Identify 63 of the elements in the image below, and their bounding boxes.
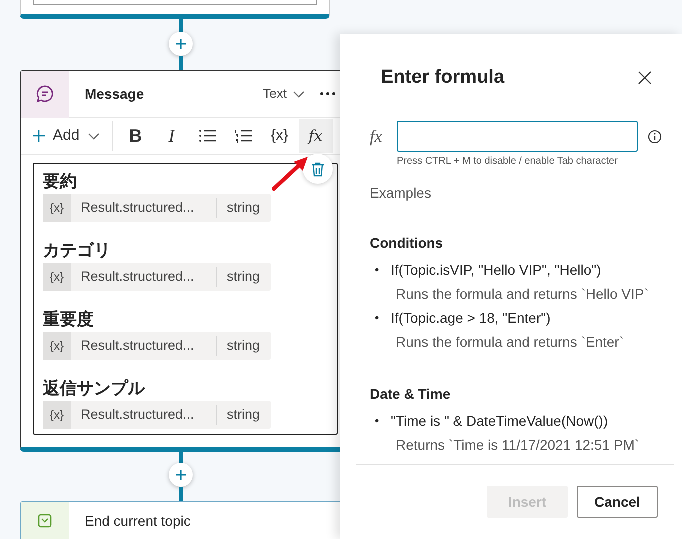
add-button[interactable]: Add [27, 119, 106, 153]
arrow-annotation [272, 155, 310, 191]
variable-chip[interactable]: {x} Result.structured... string [43, 332, 271, 360]
close-icon [638, 71, 652, 85]
variable-type: string [226, 336, 260, 355]
examples-label: Examples [370, 184, 432, 203]
example-description: Runs the formula and returns `Hello VIP` [395, 285, 650, 304]
add-step-button[interactable] [169, 463, 193, 487]
card-title: Message [85, 84, 146, 104]
chevron-down-icon [88, 132, 100, 140]
variable-glyph: {x} [43, 263, 71, 291]
variable-button[interactable]: {x} [262, 119, 297, 153]
example-formula: If(Topic.isVIP, "Hello VIP", "Hello") [391, 261, 602, 280]
example-formula: If(Topic.age > 18, "Enter") [391, 309, 551, 328]
chevron-down-icon [293, 90, 305, 98]
fx-label: fx [370, 126, 384, 148]
formula-button[interactable]: fx [298, 119, 333, 153]
example-formula: "Time is " & DateTimeValue(Now()) [391, 412, 608, 431]
variable-chip[interactable]: {x} Result.structured... string [43, 401, 271, 429]
hint-text: Press CTRL + M to disable / enable Tab character [397, 155, 619, 169]
bullet: • [375, 310, 380, 327]
variable-glyph: {x} [43, 194, 71, 222]
section-heading: Date & Time [370, 385, 452, 404]
message-icon [36, 85, 54, 103]
bullet-list-icon [199, 129, 216, 143]
section-heading: Conditions [370, 234, 444, 253]
heading-text: 要約 [43, 171, 77, 193]
variable-type: string [226, 406, 260, 424]
plus-icon [33, 130, 45, 142]
bold-button[interactable]: B [118, 119, 153, 153]
end-icon [38, 514, 52, 528]
variable-name: Result.structured... [80, 198, 196, 217]
panel-title: Enter formula [381, 66, 506, 90]
heading-text: カテゴリ [43, 240, 111, 262]
message-editor[interactable]: 要約 {x} Result.structured... string カテゴリ {x} Result.structured... string 重要度 {x} Result.structured... string 返信サンプル {x} Result.structured... string [33, 163, 338, 435]
trash-icon [311, 162, 325, 176]
variable-name: Result.structured... [80, 406, 196, 424]
more-icon [320, 92, 336, 96]
example-description: Returns `Time is 11/17/2021 12:51 PM` [395, 436, 641, 455]
heading-text: 重要度 [43, 309, 94, 331]
plus-icon [175, 38, 187, 50]
close-button[interactable] [638, 71, 652, 85]
italic-button[interactable]: I [154, 119, 189, 153]
variable-type: string [226, 268, 260, 286]
variable-name: Result.structured... [80, 336, 196, 355]
bullet: • [375, 413, 380, 430]
example-description: Runs the formula and returns `Enter` [395, 333, 625, 352]
card-title: End current topic [85, 512, 191, 531]
variable-type: string [226, 198, 260, 217]
numbered-list-icon [235, 128, 252, 144]
variable-chip[interactable]: {x} Result.structured... string [43, 194, 271, 222]
heading-text: 返信サンプル [43, 378, 145, 400]
variable-chip[interactable]: {x} Result.structured... string [43, 263, 271, 291]
variable-glyph: {x} [43, 332, 71, 360]
plus-icon [175, 469, 187, 481]
variable-name: Result.structured... [80, 268, 196, 286]
add-step-button[interactable] [169, 32, 193, 56]
format-dropdown[interactable]: Text [257, 77, 311, 111]
variable-glyph: {x} [43, 401, 71, 429]
bullet: • [375, 262, 380, 279]
cancel-button[interactable]: Cancel [577, 486, 658, 518]
info-icon[interactable] [648, 130, 662, 144]
formula-input[interactable] [397, 121, 638, 152]
